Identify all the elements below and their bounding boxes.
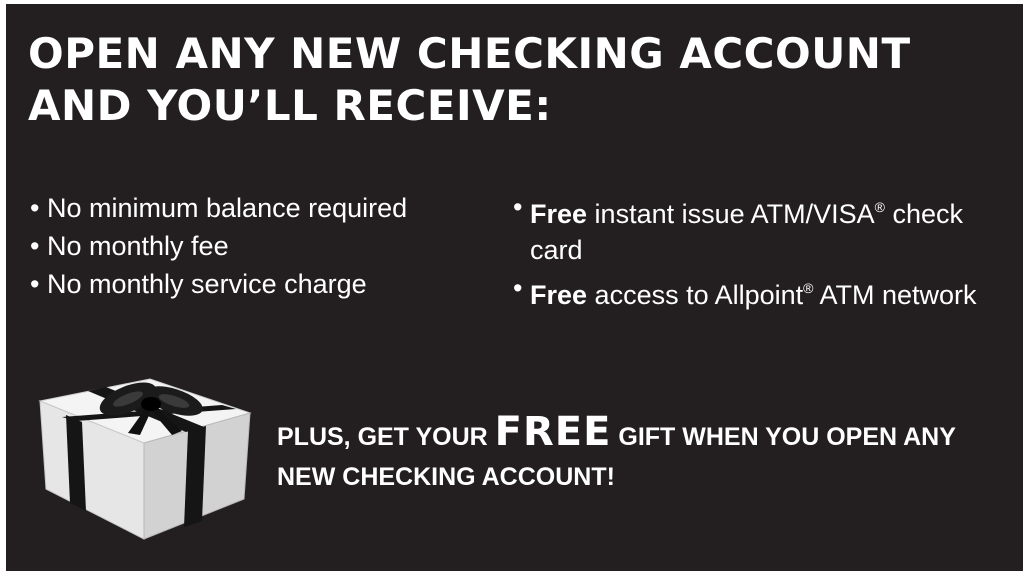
bullet-dot: • [30, 269, 40, 299]
benefit-text: instant issue ATM/VISA [587, 199, 875, 229]
benefit-text: No monthly service charge [47, 269, 367, 299]
bullet-dot: • [30, 231, 40, 261]
benefit-item: • Free instant issue ATM/VISA® check car… [513, 189, 993, 268]
registered-mark: ® [803, 280, 814, 296]
benefit-item: • Free access to Allpoint® ATM network [513, 270, 993, 313]
free-gift-offer: PLUS, GET YOUR FREE GIFT WHEN YOU OPEN A… [277, 412, 1017, 497]
benefit-text: No minimum balance required [47, 193, 408, 223]
benefit-item: • No monthly fee [30, 227, 490, 265]
benefit-text: access to Allpoint [587, 280, 804, 310]
benefit-item: • No monthly service charge [30, 265, 490, 303]
benefit-emphasis: Free [530, 280, 588, 310]
benefits-list-left: • No minimum balance required • No month… [30, 189, 490, 303]
benefit-text: No monthly fee [47, 231, 229, 261]
bullet-dot: • [513, 192, 523, 222]
gift-box-icon [38, 378, 252, 540]
free-emphasis: FREE [494, 409, 612, 455]
benefit-item: • No minimum balance required [30, 189, 490, 227]
registered-mark: ® [874, 199, 885, 215]
benefits-list-right: • Free instant issue ATM/VISA® check car… [513, 189, 993, 313]
checking-account-promo-banner: OPEN ANY NEW CHECKING ACCOUNT AND YOU’LL… [6, 4, 1023, 571]
offer-lead-text: PLUS, GET YOUR [277, 423, 495, 451]
headline-line-2: AND YOU’LL RECEIVE: [28, 81, 552, 130]
headline-line-1: OPEN ANY NEW CHECKING ACCOUNT [28, 29, 911, 78]
benefit-emphasis: Free [530, 199, 588, 229]
bullet-dot: • [30, 193, 40, 223]
benefit-text-continued: ATM network [813, 280, 977, 310]
bullet-dot: • [513, 273, 523, 303]
headline: OPEN ANY NEW CHECKING ACCOUNT AND YOU’LL… [28, 28, 1018, 132]
